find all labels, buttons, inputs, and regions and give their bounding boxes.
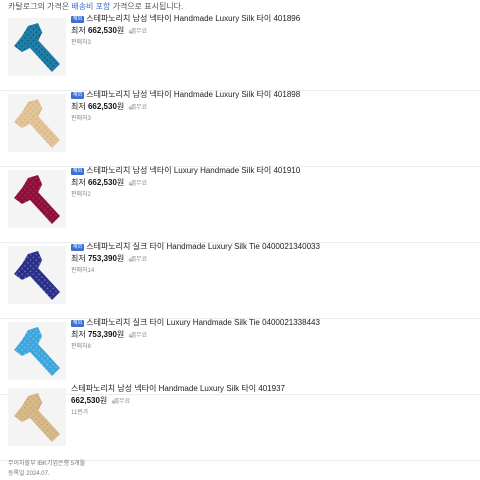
price-value[interactable]: 662,530 [88, 102, 117, 111]
product-thumbnail[interactable] [8, 18, 66, 76]
product-thumbnail[interactable] [8, 322, 66, 380]
price-value[interactable]: 662,530 [88, 26, 117, 35]
product-title-link[interactable]: 스테파노리치 실크 타이 Luxury Handmade Silk Tie 04… [86, 318, 320, 327]
product-info: 스테파노리치 남성 넥타이 Handmade Luxury Silk 타이 40… [71, 384, 472, 418]
notice-emphasis: 배송비 포함 [71, 2, 111, 11]
product-item[interactable]: 해외 스테파노리치 실크 타이 Handmade Luxury Silk Tie … [0, 242, 480, 319]
shipping-text: 무료 [136, 181, 148, 187]
product-item[interactable]: 해외 스테파노리치 남성 넥타이 Handmade Luxury Silk 타이 … [0, 90, 480, 167]
truck-icon: 🚚︎ [128, 333, 137, 339]
price-label: 최저 [71, 102, 86, 111]
shipping-info: 🚚︎무료 [129, 330, 148, 342]
installment-info: 무이자할부 IBK기업은행 5개월 [8, 461, 86, 467]
overseas-badge: 해외 [71, 244, 85, 251]
price-notice: 카탈로그의 가격은 배송비 포함 가격으로 표시됩니다. [8, 2, 184, 11]
product-title-link[interactable]: 스테파노리치 남성 넥타이 Luxury Handmade Silk 타이 40… [86, 166, 300, 175]
truck-icon: 🚚︎ [128, 29, 137, 35]
product-title-link[interactable]: 스테파노리치 남성 넥타이 Handmade Luxury Silk 타이 40… [86, 90, 300, 99]
shipping-text: 무료 [136, 105, 148, 111]
truck-icon: 🚚︎ [128, 181, 137, 187]
product-info: 해외 스테파노리치 실크 타이 Handmade Luxury Silk Tie … [71, 242, 472, 276]
product-info: 해외 스테파노리치 실크 타이 Luxury Handmade Silk Tie … [71, 318, 472, 352]
shipping-text: 무료 [136, 333, 148, 339]
necktie-icon [14, 99, 60, 148]
shipping-info: 🚚︎무료 [129, 178, 148, 190]
necktie-icon [14, 251, 60, 300]
product-info: 해외 스테파노리치 남성 넥타이 Luxury Handmade Silk 타이 … [71, 166, 472, 200]
necktie-icon [14, 23, 60, 72]
necktie-icon [14, 393, 60, 442]
shipping-text: 무료 [136, 29, 148, 35]
overseas-badge: 해외 [71, 320, 85, 327]
price-label: 최저 [71, 330, 86, 339]
seller-count[interactable]: 판매처2 [71, 190, 472, 200]
price-row: 최저 753,390원 🚚︎무료 [71, 329, 472, 342]
truck-icon: 🚚︎ [111, 399, 120, 405]
seller-count[interactable]: 판매처3 [71, 114, 472, 124]
shipping-info: 🚚︎무료 [129, 102, 148, 114]
seller-count[interactable]: 11번가 [71, 408, 472, 418]
overseas-badge: 해외 [71, 16, 85, 23]
price-label: 최저 [71, 178, 86, 187]
register-date: 등록일 2024.07. [8, 471, 50, 477]
shipping-info: 🚚︎무료 [112, 396, 131, 408]
product-thumbnail[interactable] [8, 246, 66, 304]
price-label: 최저 [71, 254, 86, 263]
price-label: 최저 [71, 26, 86, 35]
product-title-link[interactable]: 스테파노리치 남성 넥타이 Handmade Luxury Silk 타이 40… [86, 14, 300, 23]
product-thumbnail[interactable] [8, 94, 66, 152]
seller-count[interactable]: 판매처3 [71, 38, 472, 48]
product-info: 해외 스테파노리치 남성 넥타이 Handmade Luxury Silk 타이 … [71, 14, 472, 48]
seller-count[interactable]: 판매처14 [71, 266, 472, 276]
seller-count[interactable]: 판매처8 [71, 342, 472, 352]
footer-info: 무이자할부 IBK기업은행 5개월 등록일 2024.07. [8, 459, 85, 479]
price-unit: 원 [99, 396, 108, 405]
truck-icon: 🚚︎ [128, 257, 137, 263]
shipping-text: 무료 [136, 257, 148, 263]
shipping-info: 🚚︎무료 [129, 254, 148, 266]
price-row: 최저 753,390원 🚚︎무료 [71, 253, 472, 266]
price-value[interactable]: 662,530 [71, 396, 100, 405]
price-unit: 원 [116, 102, 125, 111]
product-title-link[interactable]: 스테파노리치 남성 넥타이 Handmade Luxury Silk 타이 40… [71, 384, 285, 393]
price-row: 최저 662,530원 🚚︎무료 [71, 101, 472, 114]
shipping-info: 🚚︎무료 [129, 26, 148, 38]
product-thumbnail[interactable] [8, 388, 66, 446]
price-row: 최저 662,530원 🚚︎무료 [71, 25, 472, 38]
product-thumbnail[interactable] [8, 170, 66, 228]
product-item[interactable]: 해외 스테파노리치 남성 넥타이 Luxury Handmade Silk 타이 … [0, 166, 480, 243]
shipping-text: 무료 [119, 399, 131, 405]
price-row: 최저 662,530원 🚚︎무료 [71, 177, 472, 190]
product-item[interactable]: 스테파노리치 남성 넥타이 Handmade Luxury Silk 타이 40… [0, 384, 480, 461]
price-value[interactable]: 753,390 [88, 330, 117, 339]
price-unit: 원 [116, 330, 125, 339]
price-unit: 원 [116, 178, 125, 187]
product-title-link[interactable]: 스테파노리치 실크 타이 Handmade Luxury Silk Tie 04… [86, 242, 320, 251]
necktie-icon [14, 327, 60, 376]
price-value[interactable]: 753,390 [88, 254, 117, 263]
product-info: 해외 스테파노리치 남성 넥타이 Handmade Luxury Silk 타이 … [71, 90, 472, 124]
overseas-badge: 해외 [71, 92, 85, 99]
overseas-badge: 해외 [71, 168, 85, 175]
truck-icon: 🚚︎ [128, 105, 137, 111]
price-unit: 원 [116, 254, 125, 263]
price-unit: 원 [116, 26, 125, 35]
product-item[interactable]: 해외 스테파노리치 남성 넥타이 Handmade Luxury Silk 타이 … [0, 14, 480, 91]
price-row: 662,530원 🚚︎무료 [71, 395, 472, 408]
price-value[interactable]: 662,530 [88, 178, 117, 187]
necktie-icon [14, 175, 60, 224]
